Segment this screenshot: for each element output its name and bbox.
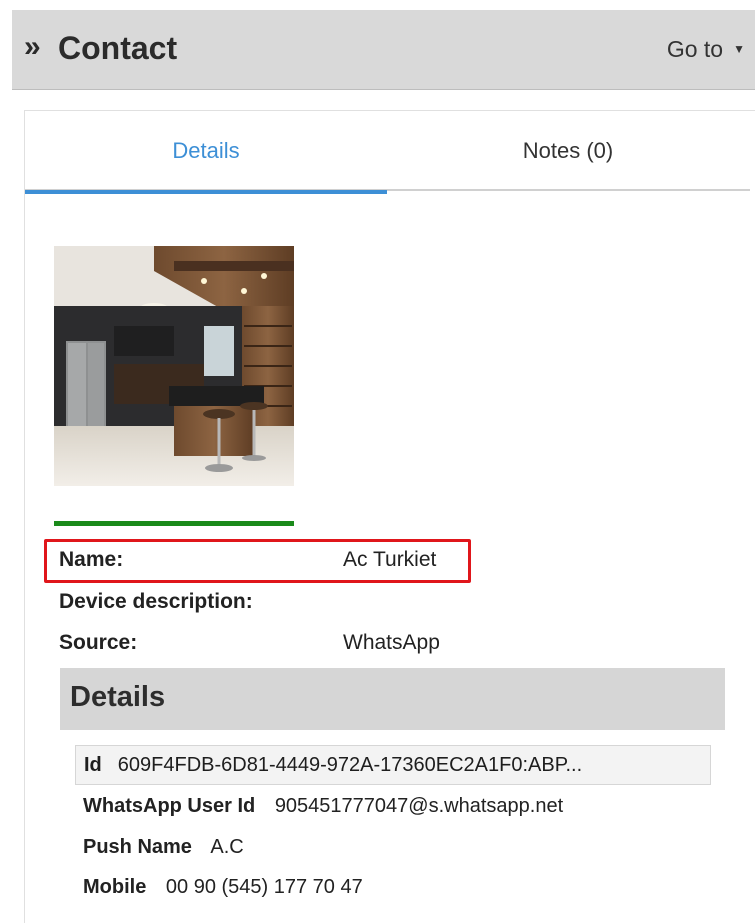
- tab-details[interactable]: Details: [25, 111, 387, 194]
- whatsapp-user-id-value: 905451777047@s.whatsapp.net: [274, 795, 564, 817]
- whatsapp-user-id-label: WhatsApp User Id: [83, 795, 256, 817]
- details-section-title: Details: [70, 681, 166, 713]
- source-label: Source:: [59, 631, 138, 654]
- caret-down-icon: ▼: [733, 42, 745, 56]
- page-title: Contact: [58, 30, 178, 66]
- mobile-value: 00 90 (545) 177 70 47: [165, 876, 363, 898]
- push-name-label: Push Name: [83, 836, 192, 858]
- name-value: Ac Turkiet: [343, 548, 437, 571]
- page-header: » Contact Go to ▼: [12, 10, 755, 90]
- tab-notes[interactable]: Notes (0): [387, 111, 749, 191]
- id-field: Id 609F4FDB-6D81-4449-972A-17360EC2A1F0:…: [75, 745, 711, 785]
- details-section-header: Details: [60, 668, 725, 730]
- tab-details-label: Details: [172, 138, 240, 163]
- contact-page: » Contact Go to ▼ Details Notes (0) Name…: [0, 0, 755, 923]
- kitchen-photo-image: [54, 246, 294, 486]
- device-row: Device description:: [59, 589, 479, 615]
- status-bar: [54, 521, 294, 526]
- name-label: Name:: [59, 548, 124, 571]
- device-label: Device description:: [59, 590, 253, 613]
- id-value: 609F4FDB-6D81-4449-972A-17360EC2A1F0:ABP…: [117, 753, 583, 776]
- name-row: Name: Ac Turkiet: [59, 547, 479, 573]
- push-name-row: Push Name A.C: [83, 834, 244, 860]
- goto-dropdown[interactable]: Go to ▼: [667, 36, 745, 62]
- goto-label: Go to: [666, 36, 724, 62]
- tab-notes-label: Notes (0): [522, 138, 614, 163]
- push-name-value: A.C: [210, 836, 244, 858]
- id-label: Id: [84, 753, 102, 776]
- mobile-row: Mobile 00 90 (545) 177 70 47: [83, 874, 363, 900]
- contact-photo: [54, 246, 294, 486]
- double-chevron-right-icon[interactable]: »: [24, 32, 41, 62]
- source-value: WhatsApp: [343, 631, 440, 654]
- whatsapp-user-id-row: WhatsApp User Id 905451777047@s.whatsapp…: [83, 793, 563, 819]
- tab-bar: Details Notes (0): [25, 111, 750, 194]
- source-row: Source: WhatsApp: [59, 630, 479, 656]
- mobile-label: Mobile: [83, 876, 147, 898]
